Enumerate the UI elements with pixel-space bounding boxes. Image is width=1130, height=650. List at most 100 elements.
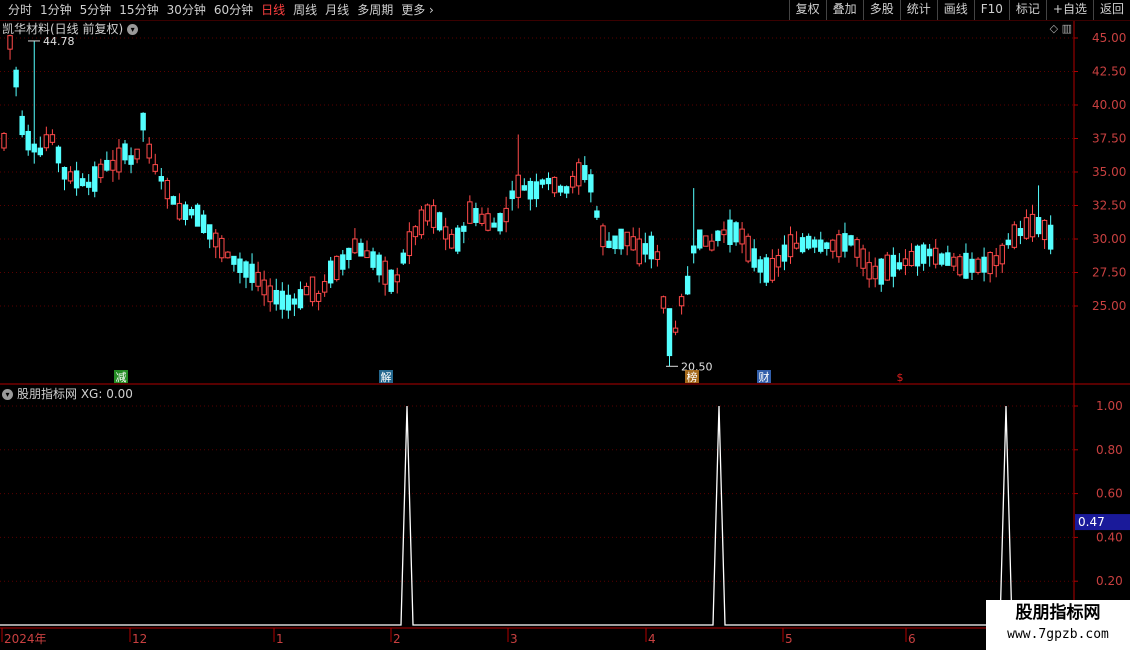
candle-body [110,159,116,171]
candle-body [1005,239,1011,246]
indicator-tick-label-4: 0.20 [1096,574,1123,588]
indicator-tick-label-1: 0.80 [1096,443,1123,457]
high-marker-label: 44.78 [43,35,75,48]
candle-body [987,252,993,275]
candle-body [98,163,104,179]
candle-body [412,226,419,238]
candle-body [715,230,721,242]
candle-body [1011,224,1018,248]
candle-body [400,252,407,264]
candle-body [878,258,884,285]
candle-body [896,262,903,270]
candle-body [805,235,812,249]
price-tick-label-1: 42.50 [1092,65,1126,79]
indicator-panel-header: ▾ 股朋指标网 XG: 0.00 [2,386,133,402]
candle-body [570,175,576,188]
candle-body [207,224,213,240]
candle-body [945,252,951,266]
cursor-value-label: 0.47 [1078,515,1105,529]
candle-body [902,258,909,266]
candle-body [709,240,715,251]
candle-body [963,252,969,279]
candle-body [73,170,80,189]
candle-body [43,134,50,149]
candle-body [860,248,866,269]
candle-body [557,185,564,193]
candle-body [25,130,31,151]
candle-body [273,289,279,305]
candle-body [763,257,769,283]
candle-body [170,196,177,205]
candle-body [684,275,691,295]
candle-body [436,212,443,231]
candle-body [128,155,134,165]
candle-body [86,181,92,188]
candle-body [442,226,449,240]
candle-body [164,180,171,200]
candle-body [255,271,261,287]
candle-body [769,257,776,281]
candle-body [152,164,158,172]
candle-body [328,260,334,284]
candle-body [824,242,830,249]
candle-body [648,235,655,260]
time-label-4: 3 [510,632,518,646]
candle-body [521,185,527,191]
indicator-title: 股朋指标网 XG: 0.00 [17,387,133,401]
price-tick-label-3: 37.50 [1092,132,1126,146]
chevron-down-icon[interactable]: ▾ [2,388,13,400]
candle-body [13,69,19,88]
candle-body [243,261,249,278]
candle-body [612,235,618,250]
candle-body [261,279,267,296]
candle-body [630,236,636,251]
candle-body [509,190,515,200]
candle-body [424,204,431,222]
candle-body [981,256,987,273]
kline-chart[interactable]: 45.00 42.50 40.00 37.50 35.00 32.50 30.00 27.50… [0,0,1130,650]
candle-body [1017,228,1024,237]
candle-body [67,171,74,182]
candle-body [848,235,854,246]
candle-body [358,242,364,257]
candle-body [134,148,140,160]
candle-body [1023,217,1030,239]
candle-body [449,233,455,249]
candle-body [418,209,425,236]
candle-body [92,166,98,192]
candle-body [926,248,933,257]
candle-body [497,213,503,232]
candle-body [757,259,763,273]
candle-body [727,219,733,245]
candle-body [297,289,304,309]
candle-body [830,239,836,252]
price-tick-label-0: 45.00 [1092,31,1126,45]
candle-body [370,251,376,268]
candle-body [364,250,370,259]
candle-body [618,228,624,250]
candle-body [818,239,824,252]
candle-body [334,255,340,281]
time-label-5: 4 [648,632,656,646]
candle-body [122,143,128,161]
candle-body [467,201,473,224]
candle-body [285,294,292,311]
watermark-url: www.7gpzb.com [1007,627,1109,642]
candle-body [624,231,630,247]
candle-body [104,159,110,171]
candle-body [455,227,461,252]
time-label-7: 6 [908,632,916,646]
candle-body [576,162,582,187]
candle-body [182,204,189,221]
candle-body [79,178,86,187]
candle-body [721,229,727,236]
candle-body [745,235,751,262]
candle-body [231,255,237,265]
candle-body [751,248,757,268]
candle-body [237,258,243,273]
candle-body [678,296,685,307]
candle-body [1047,224,1054,250]
candle-body [146,143,152,159]
candle-body [176,202,183,220]
time-label-3: 2 [393,632,401,646]
